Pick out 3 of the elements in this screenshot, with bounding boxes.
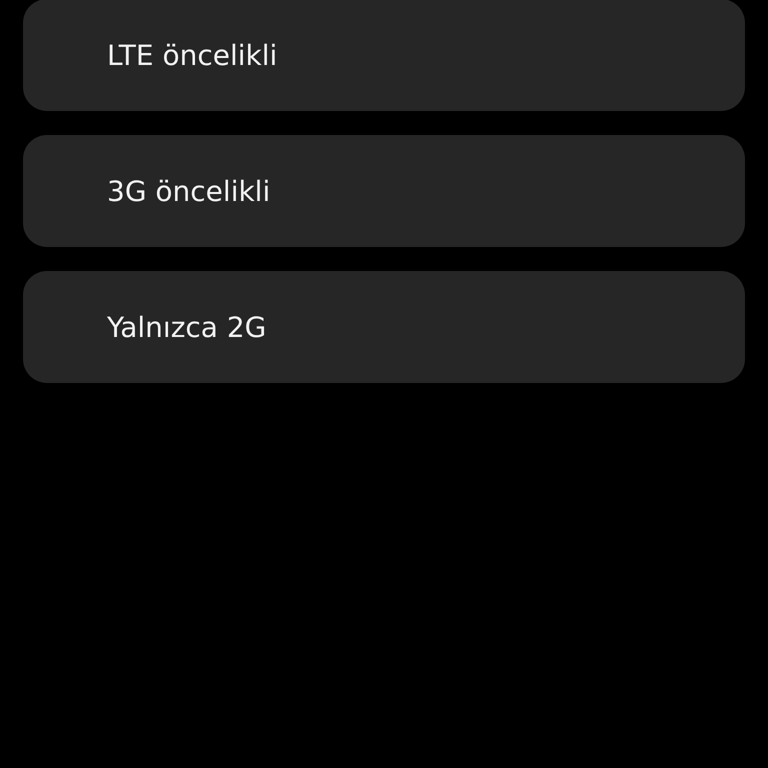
network-option[interactable]: LTE öncelikli [23,0,745,111]
network-option[interactable]: 3G öncelikli [23,135,745,247]
network-option[interactable]: Yalnızca 2G [23,271,745,383]
